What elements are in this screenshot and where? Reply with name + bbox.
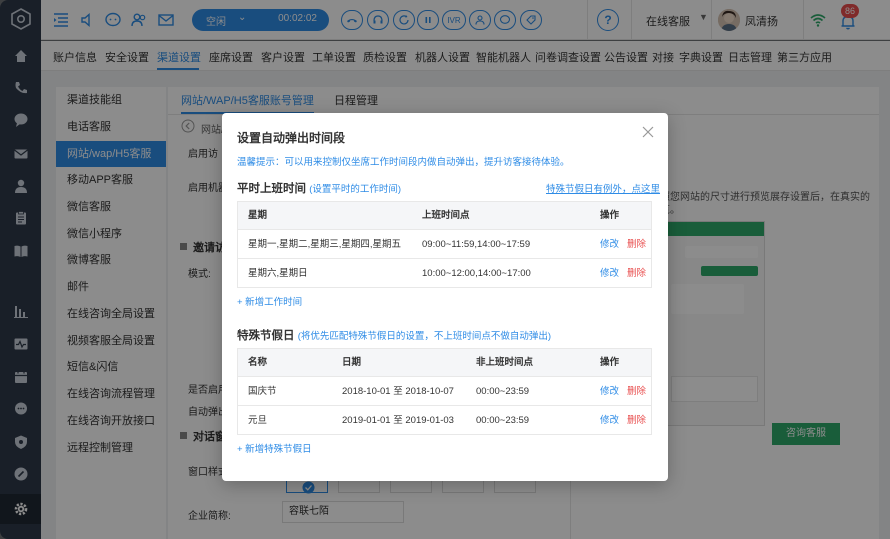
- col-work-time: 上班时间点: [422, 210, 470, 221]
- table-row: 国庆节 2018-10-01 至 2018-10-07 00:00~23:59 …: [238, 376, 651, 405]
- row-time: 10:00~12:00,14:00~17:00: [422, 268, 531, 279]
- edit-button[interactable]: 修改: [600, 230, 619, 259]
- holiday-exception-link[interactable]: 特殊节假日有例外，点这里: [546, 181, 660, 195]
- col-weekday: 星期: [248, 210, 268, 221]
- edit-button[interactable]: 修改: [600, 259, 619, 288]
- edit-button[interactable]: 修改: [600, 377, 619, 406]
- work-time-hint: (设置平时的工作时间): [309, 184, 402, 195]
- row-date: 2019-01-01 至 2019-01-03: [342, 415, 454, 426]
- close-icon[interactable]: [641, 125, 655, 139]
- auto-popup-schedule-dialog: 设置自动弹出时间段 温馨提示：可以用来控制仅坐席工作时间段内做自动弹出，提升访客…: [222, 113, 668, 481]
- delete-button[interactable]: 删除: [627, 406, 646, 435]
- add-holiday-button[interactable]: + 新增特殊节假日: [237, 441, 312, 455]
- dialog-tip: 温馨提示：可以用来控制仅坐席工作时间段内做自动弹出，提升访客接待体验。: [237, 157, 570, 168]
- col-actions: 操作: [600, 210, 620, 221]
- table-row: 星期六,星期日 10:00~12:00,14:00~17:00 修改 删除: [238, 258, 651, 287]
- col-date: 日期: [342, 357, 362, 368]
- add-work-time-button[interactable]: + 新增工作时间: [237, 294, 302, 308]
- row-time: 00:00~23:59: [476, 386, 530, 397]
- delete-button[interactable]: 删除: [627, 230, 646, 259]
- table-row: 元旦 2019-01-01 至 2019-01-03 00:00~23:59 修…: [238, 405, 651, 434]
- dialog-title: 设置自动弹出时间段: [237, 131, 346, 145]
- holiday-hint: (将优先匹配特殊节假日的设置，不上班时间点不做自动弹出): [297, 331, 552, 342]
- edit-button[interactable]: 修改: [600, 406, 619, 435]
- row-name: 国庆节: [248, 386, 277, 397]
- col-actions: 操作: [600, 357, 620, 368]
- row-name: 元旦: [248, 415, 268, 426]
- delete-button[interactable]: 删除: [627, 377, 646, 406]
- row-days: 星期一,星期二,星期三,星期四,星期五: [248, 239, 402, 250]
- holiday-heading: 特殊节假日 (将优先匹配特殊节假日的设置，不上班时间点不做自动弹出): [237, 330, 552, 342]
- table-header: 名称 日期 非上班时间点 操作: [238, 349, 651, 376]
- work-time-heading: 平时上班时间 (设置平时的工作时间): [237, 183, 402, 195]
- delete-button[interactable]: 删除: [627, 259, 646, 288]
- col-off-time: 非上班时间点: [476, 357, 534, 368]
- work-time-table: 星期 上班时间点 操作 星期一,星期二,星期三,星期四,星期五 09:00~11…: [237, 201, 652, 288]
- row-date: 2018-10-01 至 2018-10-07: [342, 386, 454, 397]
- row-days: 星期六,星期日: [248, 268, 308, 279]
- row-time: 09:00~11:59,14:00~17:59: [422, 239, 531, 250]
- row-time: 00:00~23:59: [476, 415, 530, 426]
- col-name: 名称: [248, 357, 268, 368]
- table-header: 星期 上班时间点 操作: [238, 202, 651, 229]
- table-row: 星期一,星期二,星期三,星期四,星期五 09:00~11:59,14:00~17…: [238, 229, 651, 258]
- holiday-table: 名称 日期 非上班时间点 操作 国庆节 2018-10-01 至 2018-10…: [237, 348, 652, 435]
